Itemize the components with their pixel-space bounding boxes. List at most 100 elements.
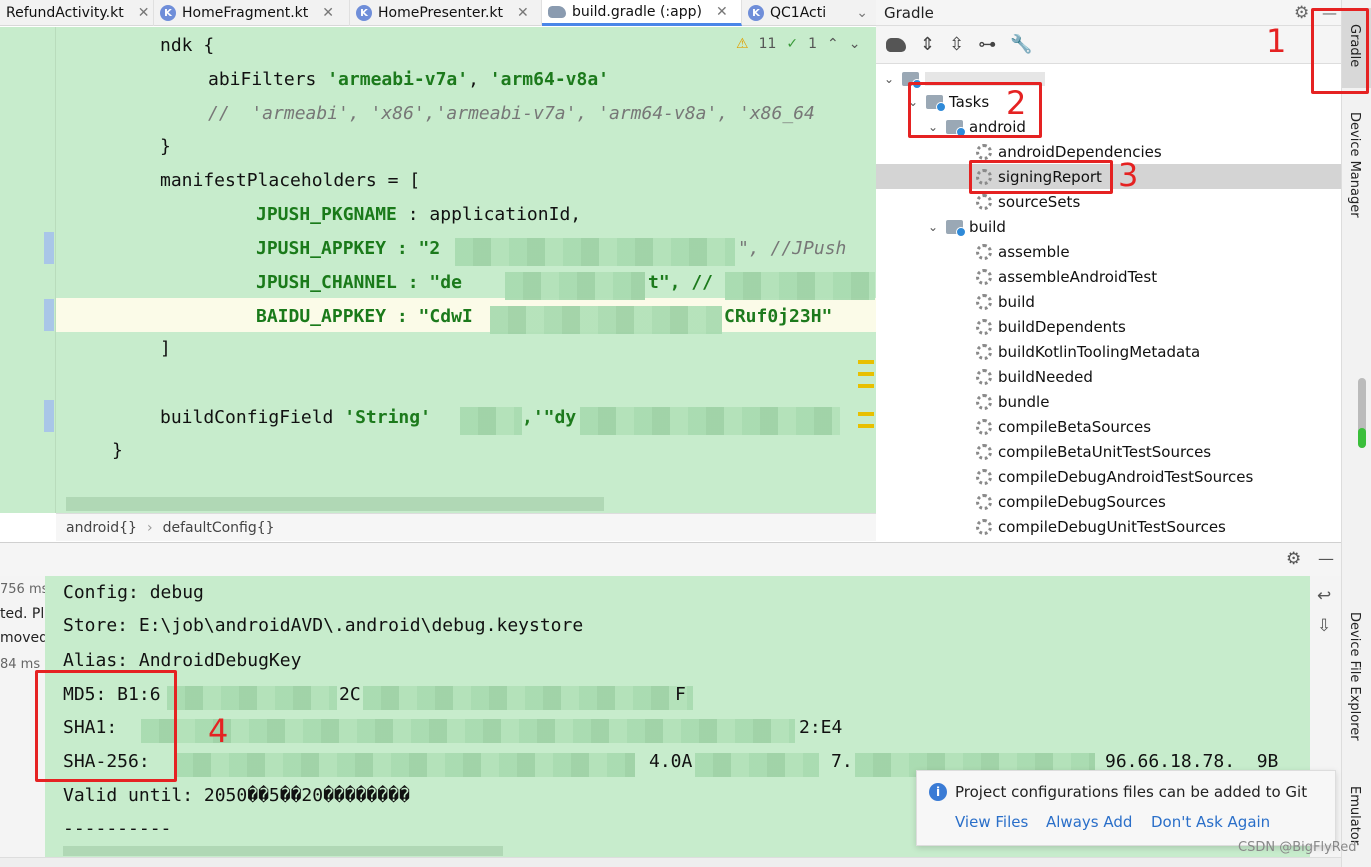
- code-line: abiFilters 'armeabi-v7a', 'arm64-v8a': [208, 69, 610, 90]
- console-line: ----------: [63, 818, 172, 839]
- code-line: buildConfigField 'String': [160, 407, 431, 428]
- redacted-value: [363, 686, 693, 710]
- tree-node-build[interactable]: ⌄ build: [928, 214, 1006, 239]
- gear-icon[interactable]: ⚙: [1294, 0, 1309, 26]
- horizontal-scrollbar[interactable]: [63, 846, 503, 856]
- collapse-all-icon[interactable]: ⇳: [949, 34, 964, 55]
- weak-warning-count: 1: [808, 36, 818, 52]
- scroll-marker: [858, 372, 874, 376]
- build-time: 756 ms: [0, 582, 45, 597]
- view-files-link[interactable]: View Files: [955, 813, 1028, 831]
- tab-home-presenter[interactable]: K HomePresenter.kt ✕: [350, 0, 542, 26]
- close-icon[interactable]: ✕: [716, 4, 728, 20]
- tab-label: RefundActivity.kt: [6, 5, 124, 21]
- soft-wrap-icon[interactable]: ↩: [1317, 586, 1331, 606]
- progress-indicator: [1358, 428, 1366, 448]
- annotation-number: 1: [1266, 22, 1287, 60]
- code-comment-line: // 'armeabi', 'x86','armeabi-v7a', 'arm6…: [208, 103, 815, 124]
- tab-label: QC1Acti: [770, 5, 827, 21]
- gradle-elephant-icon[interactable]: [886, 37, 906, 52]
- tab-refund-activity[interactable]: RefundActivity.kt ✕: [0, 0, 154, 26]
- tab-build-gradle[interactable]: build.gradle (:app) ✕: [542, 0, 742, 26]
- git-notification-balloon: i Project configurations files can be ad…: [916, 770, 1336, 846]
- task-item[interactable]: compileDebugSources: [976, 489, 1166, 514]
- info-icon: i: [929, 783, 947, 801]
- code-line: }: [160, 136, 171, 157]
- chevron-down-icon[interactable]: ⌄: [856, 5, 868, 21]
- wrench-icon[interactable]: 🔧: [1010, 34, 1032, 55]
- build-time: 84 ms: [0, 657, 41, 672]
- chevron-right-icon: ›: [146, 519, 153, 536]
- task-item[interactable]: assemble: [976, 239, 1070, 264]
- breadcrumb-item[interactable]: android{}: [66, 520, 137, 536]
- redacted-value: [455, 238, 735, 266]
- task-item[interactable]: buildKotlinToolingMetadata: [976, 339, 1200, 364]
- tool-tab-device-manager[interactable]: Device Manager: [1347, 112, 1362, 218]
- run-panel-header: ⚙ —: [0, 542, 1341, 576]
- scroll-marker: [858, 384, 874, 388]
- console-line: Valid until: 2050��5��20��������: [63, 785, 410, 806]
- horizontal-scrollbar[interactable]: [66, 497, 604, 511]
- redacted-value: [695, 753, 819, 777]
- always-add-link[interactable]: Always Add: [1046, 813, 1132, 831]
- tool-tab-device-file-explorer[interactable]: Device File Explorer: [1347, 612, 1362, 741]
- redacted-value: [175, 753, 635, 777]
- task-item[interactable]: buildDependents: [976, 314, 1126, 339]
- redacted-value: [505, 272, 645, 300]
- status-bar: [0, 857, 1341, 867]
- code-line: JPUSH_PKGNAME : applicationId,: [256, 204, 582, 225]
- task-item[interactable]: compileDebugAndroidTestSources: [976, 464, 1253, 489]
- inspection-widget[interactable]: ⚠ 11 ✓ 1 ⌃ ⌄: [736, 36, 861, 52]
- annotation-box-signing-report: [969, 160, 1113, 194]
- console-line: Store: E:\job\androidAVD\.android\debug.…: [63, 615, 584, 636]
- scroll-to-end-icon[interactable]: ⇩: [1317, 616, 1331, 636]
- editor-tab-bar: RefundActivity.kt ✕ K HomeFragment.kt ✕ …: [0, 0, 876, 26]
- annotation-box-gradle-tab: [1311, 8, 1369, 94]
- gear-icon: [976, 193, 992, 210]
- redacted-value: [725, 272, 875, 300]
- tool-tab-emulator[interactable]: Emulator: [1347, 786, 1362, 845]
- task-item[interactable]: compileBetaSources: [976, 414, 1151, 439]
- annotation-number: 3: [1118, 156, 1139, 194]
- code-line: ", //JPush: [738, 238, 847, 259]
- task-item[interactable]: buildNeeded: [976, 364, 1093, 389]
- annotation-number: 2: [1006, 84, 1027, 122]
- task-item[interactable]: assembleAndroidTest: [976, 264, 1157, 289]
- tab-label: build.gradle (:app): [572, 3, 702, 20]
- dont-ask-again-link[interactable]: Don't Ask Again: [1151, 813, 1270, 831]
- close-icon[interactable]: ✕: [322, 5, 334, 21]
- scroll-marker: [858, 360, 874, 364]
- build-message: moved.: [0, 630, 45, 646]
- chevron-down-icon[interactable]: ⌄: [849, 36, 861, 52]
- tab-home-fragment[interactable]: K HomeFragment.kt ✕: [154, 0, 350, 26]
- link-icon[interactable]: ⊶: [978, 34, 996, 55]
- tab-label: HomePresenter.kt: [378, 5, 504, 21]
- redacted-value: [167, 686, 337, 710]
- code-line: }: [112, 440, 123, 461]
- redacted-value: [460, 407, 522, 435]
- gear-icon: [976, 143, 992, 160]
- task-item[interactable]: build: [976, 289, 1035, 314]
- close-icon[interactable]: ✕: [517, 5, 529, 21]
- scroll-marker: [858, 424, 874, 428]
- tab-label: HomeFragment.kt: [182, 5, 309, 21]
- expand-all-icon[interactable]: ⇕: [920, 34, 935, 55]
- annotation-number: 4: [208, 712, 229, 750]
- warning-count: 11: [758, 36, 777, 52]
- panel-title: Gradle: [884, 4, 934, 22]
- code-line: t", //: [648, 272, 714, 293]
- chevron-up-icon[interactable]: ⌃: [827, 36, 839, 52]
- task-item[interactable]: compileBetaUnitTestSources: [976, 439, 1211, 464]
- annotation-box-hashes: [35, 670, 177, 782]
- breadcrumb-item[interactable]: defaultConfig{}: [163, 520, 275, 536]
- minimize-icon[interactable]: —: [1318, 549, 1334, 568]
- code-line: BAIDU_APPKEY : "CdwI: [256, 306, 473, 327]
- console-line: Alias: AndroidDebugKey: [63, 650, 302, 671]
- close-icon[interactable]: ✕: [138, 5, 150, 21]
- gear-icon[interactable]: ⚙: [1286, 549, 1301, 569]
- tab-qc1activity[interactable]: K QC1Acti ⌄: [742, 0, 876, 26]
- task-item[interactable]: bundle: [976, 389, 1049, 414]
- code-line: ndk {: [160, 35, 215, 56]
- gradle-elephant-icon: [548, 5, 566, 18]
- task-item[interactable]: compileDebugUnitTestSources: [976, 514, 1226, 539]
